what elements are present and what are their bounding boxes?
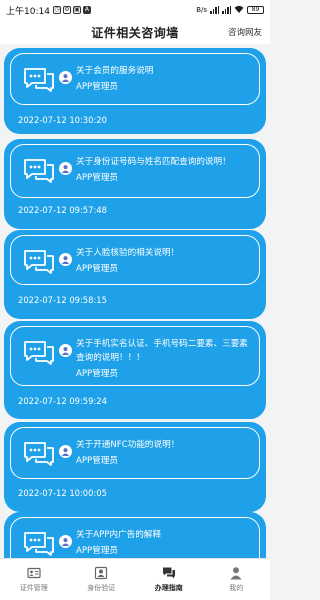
avatar <box>59 445 72 458</box>
message-card[interactable]: 关于人脸核验的相关说明！ APP管理员 2022-07-12 09:58:15 <box>4 230 266 319</box>
page-title: 证件相关咨询墙 <box>91 25 179 40</box>
person-icon <box>230 567 242 580</box>
message-author: APP管理员 <box>76 456 119 466</box>
message-title: 关于开通NFC功能的说明！ <box>76 440 180 450</box>
message-title: 关于会员的服务说明 <box>76 66 154 76</box>
message-date: 2022-07-12 09:59:24 <box>18 396 107 406</box>
chat-bubbles-icon <box>24 250 54 274</box>
app-notification-icon: ▣ <box>72 6 81 14</box>
tab-guide[interactable]: 办理指南 <box>135 559 203 600</box>
message-title: 关于身份证号码与姓名匹配查询的说明！ <box>76 157 231 167</box>
message-date: 2022-07-12 10:30:20 <box>18 115 107 125</box>
message-card-inner: 关于开通NFC功能的说明！ APP管理员 <box>10 427 260 479</box>
message-card-inner: 关于会员的服务说明 APP管理员 <box>10 53 260 105</box>
message-author: APP管理员 <box>76 546 119 556</box>
message-date: 2022-07-12 10:00:05 <box>18 488 107 498</box>
message-date: 2022-07-12 09:57:48 <box>18 205 107 215</box>
admin-avatar-icon <box>61 538 70 546</box>
message-list[interactable]: 关于会员的服务说明 APP管理员 2022-07-12 10:30:20 关于身… <box>0 44 270 558</box>
signal-icon-2 <box>222 6 231 14</box>
message-card[interactable]: 关于APP内广告的解释 APP管理员 <box>4 512 266 558</box>
network-speed: B/s <box>196 6 207 14</box>
message-author: APP管理员 <box>76 369 119 379</box>
admin-avatar-icon <box>61 165 70 173</box>
admin-avatar-icon <box>61 256 70 264</box>
message-date: 2022-07-12 09:58:15 <box>18 295 107 305</box>
chat-bubbles-icon <box>24 159 54 183</box>
message-card-inner: 关于身份证号码与姓名匹配查询的说明！ APP管理员 <box>10 144 260 198</box>
message-title: 关于人脸核验的相关说明！ <box>76 248 180 258</box>
message-card[interactable]: 关于手机实名认证、手机号码二要素、三要素查询的说明！！！ APP管理员 2022… <box>4 321 266 419</box>
message-card-inner: 关于人脸核验的相关说明！ APP管理员 <box>10 235 260 285</box>
status-bar: 上午10:14 ◷ ⚙ ▣ A B/s 89 <box>0 0 270 20</box>
tab-label: 办理指南 <box>154 584 183 592</box>
settings-icon: ⚙ <box>62 6 71 14</box>
message-card[interactable]: 关于会员的服务说明 APP管理员 2022-07-12 10:30:20 <box>4 48 266 134</box>
message-author: APP管理员 <box>76 264 119 274</box>
admin-avatar-icon <box>61 74 70 82</box>
app-notification-icon-2: A <box>82 6 91 14</box>
chat-bubbles-icon <box>24 68 54 92</box>
battery-icon: 89 <box>247 6 264 14</box>
tab-identity-verification[interactable]: 身份验证 <box>68 559 136 600</box>
signal-icon <box>210 6 219 14</box>
message-title: 关于手机实名认证、手机号码二要素、三要素查询的说明！！！ <box>76 339 248 363</box>
tab-id-management[interactable]: 证件管理 <box>0 559 68 600</box>
chat-bubbles-icon <box>24 341 54 365</box>
status-time: 上午10:14 <box>6 6 50 17</box>
wifi-icon <box>234 5 244 15</box>
id-card-icon <box>27 567 41 579</box>
message-card-inner: 关于APP内广告的解释 APP管理员 <box>10 517 260 558</box>
tab-mine[interactable]: 我的 <box>203 559 271 600</box>
avatar <box>59 535 72 548</box>
message-author: APP管理员 <box>76 82 119 92</box>
avatar <box>59 253 72 266</box>
tab-label: 我的 <box>229 584 244 592</box>
admin-avatar-icon <box>61 448 70 456</box>
bottom-tab-bar: 证件管理 身份验证 办理指南 我的 <box>0 558 270 600</box>
admin-avatar-icon <box>61 347 70 355</box>
tab-label: 身份验证 <box>87 584 116 592</box>
tab-label: 证件管理 <box>19 584 48 592</box>
chat-bubbles-icon <box>24 532 54 556</box>
chat-bubbles-icon <box>162 567 175 579</box>
avatar <box>59 162 72 175</box>
message-card-inner: 关于手机实名认证、手机号码二要素、三要素查询的说明！！！ APP管理员 <box>10 326 260 386</box>
status-notification-icons: ◷ ⚙ ▣ A <box>52 6 91 14</box>
avatar <box>59 344 72 357</box>
alarm-icon: ◷ <box>52 6 61 14</box>
message-card[interactable]: 关于身份证号码与姓名匹配查询的说明！ APP管理员 2022-07-12 09:… <box>4 139 266 229</box>
avatar <box>59 71 72 84</box>
message-card[interactable]: 关于开通NFC功能的说明！ APP管理员 2022-07-12 10:00:05 <box>4 422 266 512</box>
chat-bubbles-icon <box>24 442 54 466</box>
verify-icon <box>95 566 108 580</box>
message-author: APP管理员 <box>76 173 119 183</box>
consult-netizen-link[interactable]: 咨询网友 <box>228 26 262 38</box>
message-title: 关于APP内广告的解释 <box>76 530 161 540</box>
page-header: 证件相关咨询墙 咨询网友 <box>0 20 270 44</box>
